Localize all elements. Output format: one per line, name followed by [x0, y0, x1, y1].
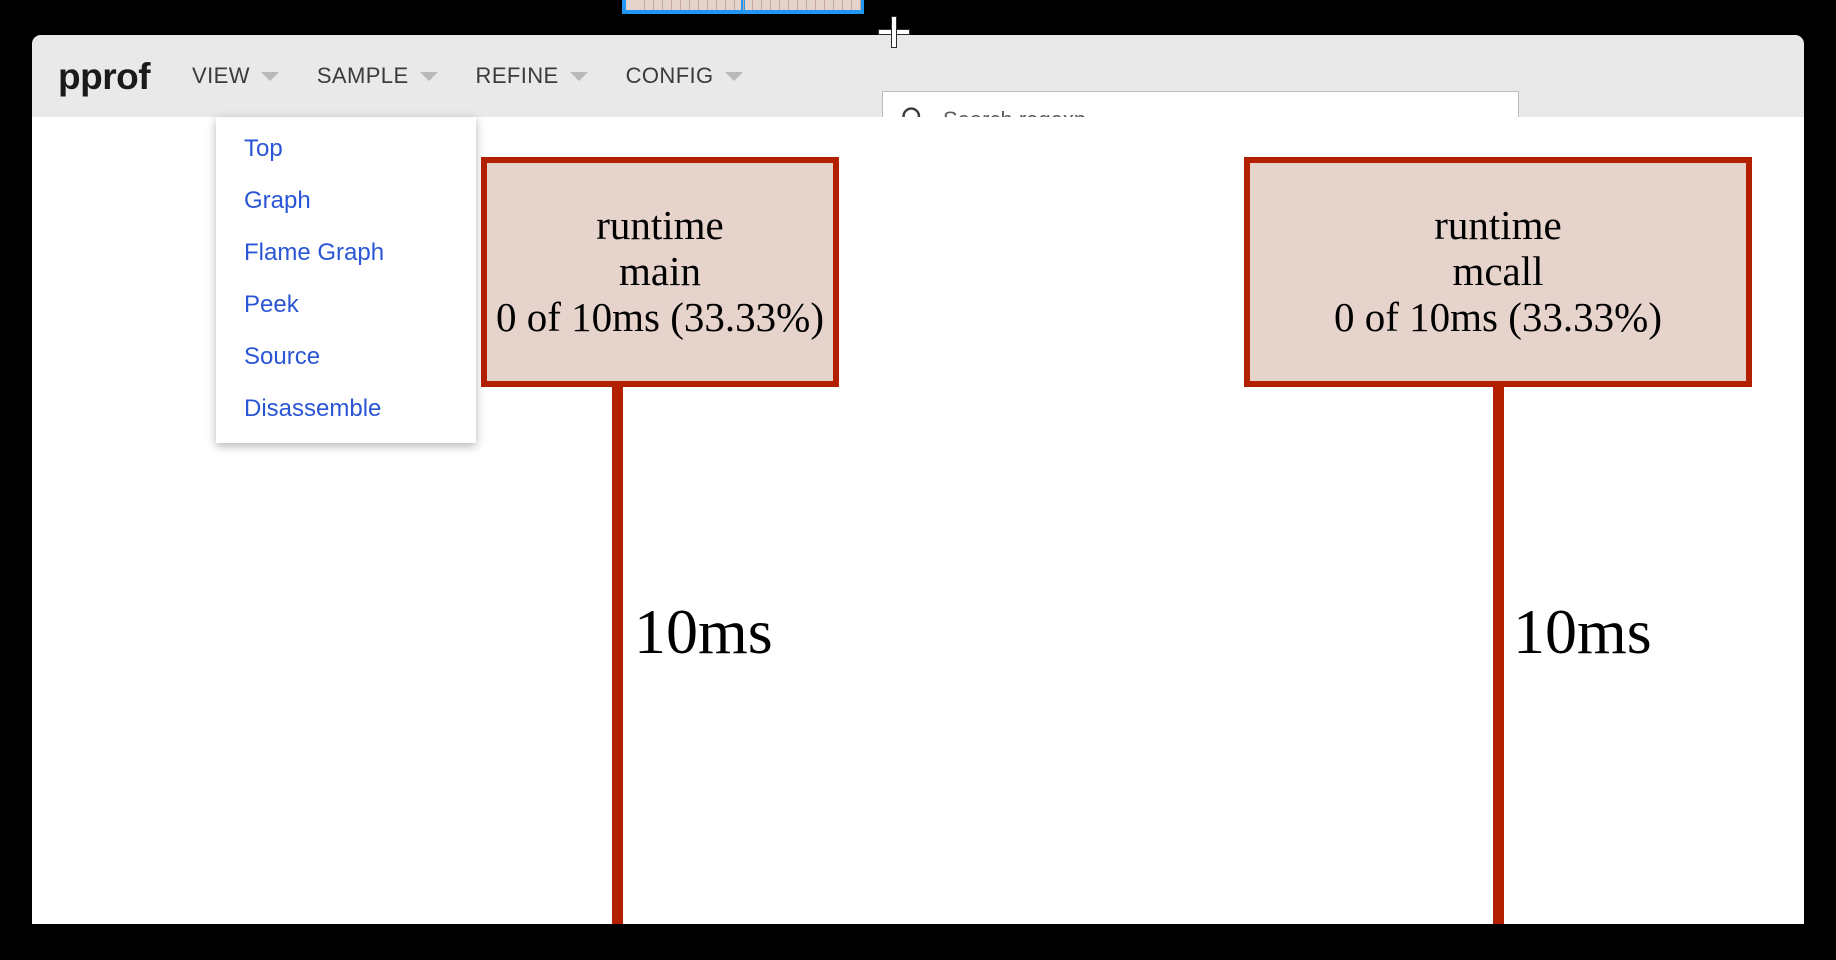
chevron-down-icon — [419, 71, 438, 81]
view-menu-item-disassemble[interactable]: Disassemble — [216, 383, 476, 435]
node-func-package: runtime — [596, 202, 724, 249]
node-func-package: runtime — [1434, 202, 1562, 249]
graph-overview-minimap[interactable] — [622, 0, 864, 14]
view-menu-item-peek[interactable]: Peek — [216, 279, 476, 331]
graph-edge-line — [612, 385, 623, 924]
view-dropdown-menu[interactable]: Top Graph Flame Graph Peek Source Disass… — [216, 117, 476, 443]
menu-refine-label: REFINE — [475, 63, 559, 88]
view-menu-item-source[interactable]: Source — [216, 331, 476, 383]
view-menu-item-flame-graph[interactable]: Flame Graph — [216, 227, 476, 279]
node-func-name: mcall — [1452, 248, 1544, 295]
graph-edge-label: 10ms — [1513, 596, 1652, 667]
view-menu-item-top[interactable]: Top — [216, 123, 476, 175]
minimap-cell — [851, 0, 861, 10]
menu-view-label: VIEW — [192, 63, 250, 88]
graph-node-runtime-main[interactable]: runtime main 0 of 10ms (33.33%) — [481, 157, 839, 387]
menubar: VIEW SAMPLE REFINE CONFIG — [192, 63, 781, 89]
menu-config[interactable]: CONFIG — [626, 63, 743, 89]
menu-refine[interactable]: REFINE — [476, 63, 588, 89]
node-metric: 0 of 10ms (33.33%) — [1334, 293, 1662, 340]
menu-config-label: CONFIG — [625, 63, 714, 88]
menu-sample[interactable]: SAMPLE — [317, 63, 438, 89]
graph-edge-line — [1493, 385, 1504, 924]
node-metric: 0 of 10ms (33.33%) — [496, 293, 824, 340]
view-menu-item-graph[interactable]: Graph — [216, 175, 476, 227]
menu-view[interactable]: VIEW — [192, 63, 279, 89]
menu-sample-label: SAMPLE — [316, 63, 409, 88]
chevron-down-icon — [260, 71, 279, 81]
graph-edge-label: 10ms — [634, 596, 773, 667]
app-header: pprof VIEW SAMPLE REFINE CONFIG — [32, 35, 1804, 149]
node-func-name: main — [619, 248, 701, 295]
brand-logo: pprof — [58, 55, 151, 97]
chevron-down-icon — [569, 71, 588, 81]
graph-node-runtime-mcall[interactable]: runtime mcall 0 of 10ms (33.33%) — [1244, 157, 1752, 387]
chevron-down-icon — [724, 71, 743, 81]
pprof-window: pprof VIEW SAMPLE REFINE CONFIG Search r… — [32, 35, 1804, 924]
